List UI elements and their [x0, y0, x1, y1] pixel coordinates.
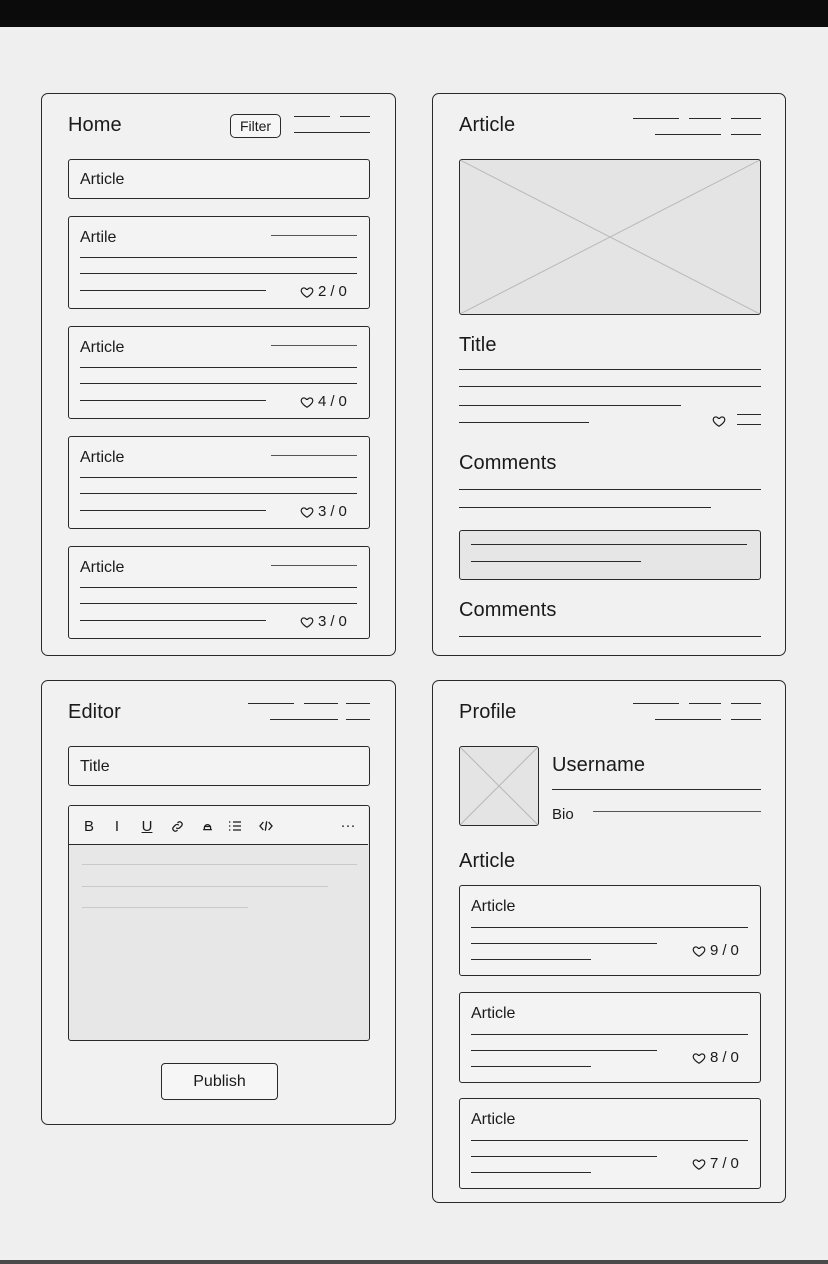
more-options-button[interactable]: ···	[337, 814, 359, 836]
title-field-value: Title	[80, 758, 110, 775]
editor-body[interactable]	[69, 846, 368, 1040]
article-card-stats: 3 / 0	[300, 503, 347, 520]
profile-articles-heading: Article	[459, 850, 516, 872]
heart-icon	[300, 286, 314, 298]
profile-title: Profile	[459, 701, 517, 723]
link-icon[interactable]	[166, 815, 188, 837]
code-icon[interactable]	[255, 815, 277, 837]
stat-separator: /	[330, 613, 335, 630]
article-card[interactable]: Article 3 / 0	[68, 546, 370, 639]
username: Username	[552, 754, 646, 776]
comments-heading-2: Comments	[459, 599, 557, 621]
article-image	[459, 159, 761, 315]
search-input[interactable]: Article	[68, 159, 370, 199]
article-card-title: Article	[471, 1005, 516, 1022]
article-screen-title: Article	[459, 114, 516, 136]
comments-count: 0	[338, 393, 347, 410]
article-card-title: Article	[80, 559, 125, 576]
filter-button[interactable]: Filter	[230, 114, 281, 138]
article-card[interactable]: Artile 2 / 0	[68, 216, 370, 309]
comment-input[interactable]	[459, 530, 761, 580]
article-card[interactable]: Article 8 / 0	[459, 992, 761, 1083]
article-card-title: Article	[471, 898, 516, 915]
list-icon[interactable]	[737, 414, 761, 426]
stat-separator: /	[722, 1155, 727, 1172]
article-screen: Article Title Comments Comments	[432, 93, 786, 656]
comments-count: 0	[730, 1155, 739, 1172]
menu-icon[interactable]	[294, 116, 370, 136]
heart-icon[interactable]	[712, 414, 726, 428]
bio-label: Bio	[552, 806, 574, 823]
article-card-stats: 4 / 0	[300, 393, 347, 410]
title-field[interactable]: Title	[68, 746, 370, 786]
bold-button[interactable]: B	[78, 815, 100, 837]
stat-separator: /	[330, 393, 335, 410]
likes-count: 9	[710, 942, 719, 959]
article-card-stats: 3 / 0	[300, 613, 347, 630]
stat-separator: /	[722, 1049, 727, 1066]
comments-count: 0	[338, 613, 347, 630]
likes-count: 3	[318, 503, 327, 520]
underline-button[interactable]: U	[136, 815, 158, 837]
menu-icon[interactable]	[248, 703, 370, 721]
editor-title: Editor	[68, 701, 121, 723]
heart-icon	[692, 945, 706, 957]
article-card-stats: 8 / 0	[692, 1049, 739, 1066]
stat-separator: /	[722, 942, 727, 959]
bulleted-list-icon[interactable]	[224, 815, 246, 837]
likes-count: 3	[318, 613, 327, 630]
status-bar	[0, 0, 828, 27]
menu-icon[interactable]	[633, 118, 761, 136]
comments-count: 0	[730, 942, 739, 959]
heart-icon	[300, 506, 314, 518]
article-card-title: Article	[471, 1111, 516, 1128]
stat-separator: /	[330, 503, 335, 520]
comments-count: 0	[730, 1049, 739, 1066]
article-card-stats: 7 / 0	[692, 1155, 739, 1172]
article-card-title: Article	[80, 339, 125, 356]
article-card[interactable]: Article 4 / 0	[68, 326, 370, 419]
heart-icon	[300, 396, 314, 408]
stat-separator: /	[330, 283, 335, 300]
editor-screen: Editor Title B I U ··· Publish	[41, 680, 396, 1125]
home-title: Home	[68, 114, 122, 136]
likes-count: 2	[318, 283, 327, 300]
article-card-title: Article	[80, 449, 125, 466]
likes-count: 7	[710, 1155, 719, 1172]
comments-heading: Comments	[459, 452, 557, 474]
comments-count: 0	[338, 503, 347, 520]
likes-count: 8	[710, 1049, 719, 1066]
article-card-stats: 2 / 0	[300, 283, 347, 300]
publish-button[interactable]: Publish	[161, 1063, 278, 1100]
article-heading: Title	[459, 334, 497, 356]
article-card[interactable]: Article 9 / 0	[459, 885, 761, 976]
rich-text-editor: B I U ···	[68, 805, 370, 1041]
search-value: Article	[80, 171, 125, 188]
avatar[interactable]	[459, 746, 539, 826]
article-card[interactable]: Article 3 / 0	[68, 436, 370, 529]
article-card-title: Artile	[80, 229, 117, 246]
heart-icon	[692, 1052, 706, 1064]
italic-button[interactable]: I	[106, 815, 128, 837]
article-card-stats: 9 / 0	[692, 942, 739, 959]
heart-icon	[692, 1158, 706, 1170]
bottom-edge	[0, 1260, 828, 1264]
comments-count: 0	[338, 283, 347, 300]
profile-screen: Profile Username Bio Article Article 9 /…	[432, 680, 786, 1203]
article-card[interactable]: Article 7 / 0	[459, 1098, 761, 1189]
likes-count: 4	[318, 393, 327, 410]
heart-icon	[300, 616, 314, 628]
image-placeholder-icon	[460, 160, 760, 314]
menu-icon[interactable]	[633, 703, 761, 721]
home-screen: Home Filter Article Artile 2 / 0 Article…	[41, 93, 396, 656]
formatting-toolbar: B I U ···	[69, 806, 368, 845]
image-placeholder-icon	[460, 747, 538, 825]
highlight-icon[interactable]	[196, 815, 218, 837]
